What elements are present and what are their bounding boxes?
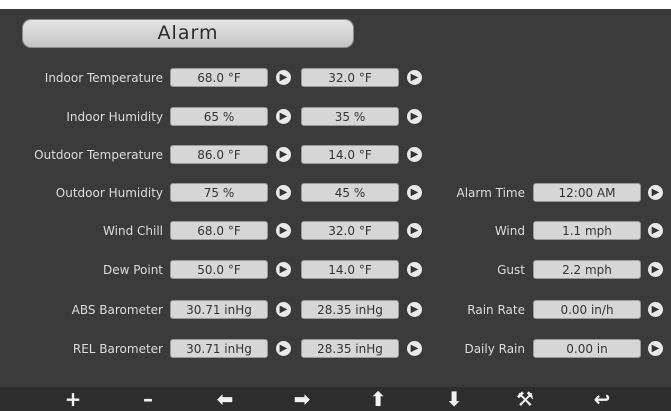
outdoor-temperature-low-field[interactable]: 14.0 °F [301,145,399,164]
rel-barometer-low-field[interactable]: 28.35 inHg [301,339,399,358]
pointer-arrow-icon[interactable]: ▶ [276,147,291,162]
label-gust: Gust [497,263,525,277]
rel-barometer-high-field[interactable]: 30.71 inHg [170,339,268,358]
label-indoor-humidity: Indoor Humidity [66,110,163,124]
bottom-toolbar [0,387,671,411]
pointer-arrow-icon[interactable]: ▶ [648,262,663,277]
right-arrow-button[interactable]: ➡ [284,387,320,411]
indoor-temperature-high-field[interactable]: 68.0 °F [170,68,268,87]
label-outdoor-temperature: Outdoor Temperature [34,148,163,162]
indoor-humidity-high-field[interactable]: 65 % [170,107,268,126]
pointer-arrow-icon[interactable]: ▶ [648,185,663,200]
outdoor-humidity-high-field[interactable]: 75 % [170,183,268,202]
abs-barometer-low-field[interactable]: 28.35 inHg [301,300,399,319]
pointer-arrow-icon[interactable]: ▶ [407,223,422,238]
indoor-temperature-low-field[interactable]: 32.0 °F [301,68,399,87]
pointer-arrow-icon[interactable]: ▶ [407,302,422,317]
pointer-arrow-icon[interactable]: ▶ [407,70,422,85]
pointer-arrow-icon[interactable]: ▶ [407,147,422,162]
pointer-arrow-icon[interactable]: ▶ [407,109,422,124]
pointer-arrow-icon[interactable]: ▶ [648,341,663,356]
label-rel-barometer: REL Barometer [72,342,163,356]
down-arrow-button[interactable]: ⬇ [436,387,472,411]
top-frame [0,0,671,9]
pointer-arrow-icon[interactable]: ▶ [276,109,291,124]
label-wind: Wind [494,224,525,238]
tools-button[interactable]: ⚒ [507,387,543,411]
pointer-arrow-icon[interactable]: ▶ [407,262,422,277]
pointer-arrow-icon[interactable]: ▶ [407,341,422,356]
pointer-arrow-icon[interactable]: ▶ [276,223,291,238]
pointer-arrow-icon[interactable]: ▶ [407,185,422,200]
dew-point-high-field[interactable]: 50.0 °F [170,260,268,279]
alarm-screen: Alarm Indoor Temperature 68.0 °F ▶ 32.0 … [0,0,671,411]
daily-rain-field[interactable]: 0.00 in [533,339,641,358]
label-indoor-temperature: Indoor Temperature [44,71,163,85]
rain-rate-field[interactable]: 0.00 in/h [533,300,641,319]
abs-barometer-high-field[interactable]: 30.71 inHg [170,300,268,319]
indoor-humidity-low-field[interactable]: 35 % [301,107,399,126]
left-arrow-button[interactable]: ⬅ [207,387,243,411]
dew-point-low-field[interactable]: 14.0 °F [301,260,399,279]
pointer-arrow-icon[interactable]: ▶ [276,185,291,200]
label-outdoor-humidity: Outdoor Humidity [55,186,163,200]
wind-chill-high-field[interactable]: 68.0 °F [170,221,268,240]
pointer-arrow-icon[interactable]: ▶ [276,70,291,85]
pointer-arrow-icon[interactable]: ▶ [648,223,663,238]
outdoor-humidity-low-field[interactable]: 45 % [301,183,399,202]
label-wind-chill: Wind Chill [103,224,163,238]
page-title: Alarm [22,19,354,48]
outdoor-temperature-high-field[interactable]: 86.0 °F [170,145,268,164]
label-dew-point: Dew Point [102,263,163,277]
alarm-time-field[interactable]: 12:00 AM [533,183,641,202]
minus-button[interactable]: – [130,387,166,411]
label-rain-rate: Rain Rate [467,303,525,317]
label-alarm-time: Alarm Time [456,186,526,200]
pointer-arrow-icon[interactable]: ▶ [648,302,663,317]
pointer-arrow-icon[interactable]: ▶ [276,302,291,317]
plus-button[interactable]: + [55,387,91,411]
wind-field[interactable]: 1.1 mph [533,221,641,240]
pointer-arrow-icon[interactable]: ▶ [276,262,291,277]
pointer-arrow-icon[interactable]: ▶ [276,341,291,356]
back-button[interactable]: ↩ [584,387,620,411]
label-daily-rain: Daily Rain [464,342,525,356]
gust-field[interactable]: 2.2 mph [533,260,641,279]
label-abs-barometer: ABS Barometer [71,303,163,317]
wind-chill-low-field[interactable]: 32.0 °F [301,221,399,240]
up-arrow-button[interactable]: ⬆ [360,387,396,411]
